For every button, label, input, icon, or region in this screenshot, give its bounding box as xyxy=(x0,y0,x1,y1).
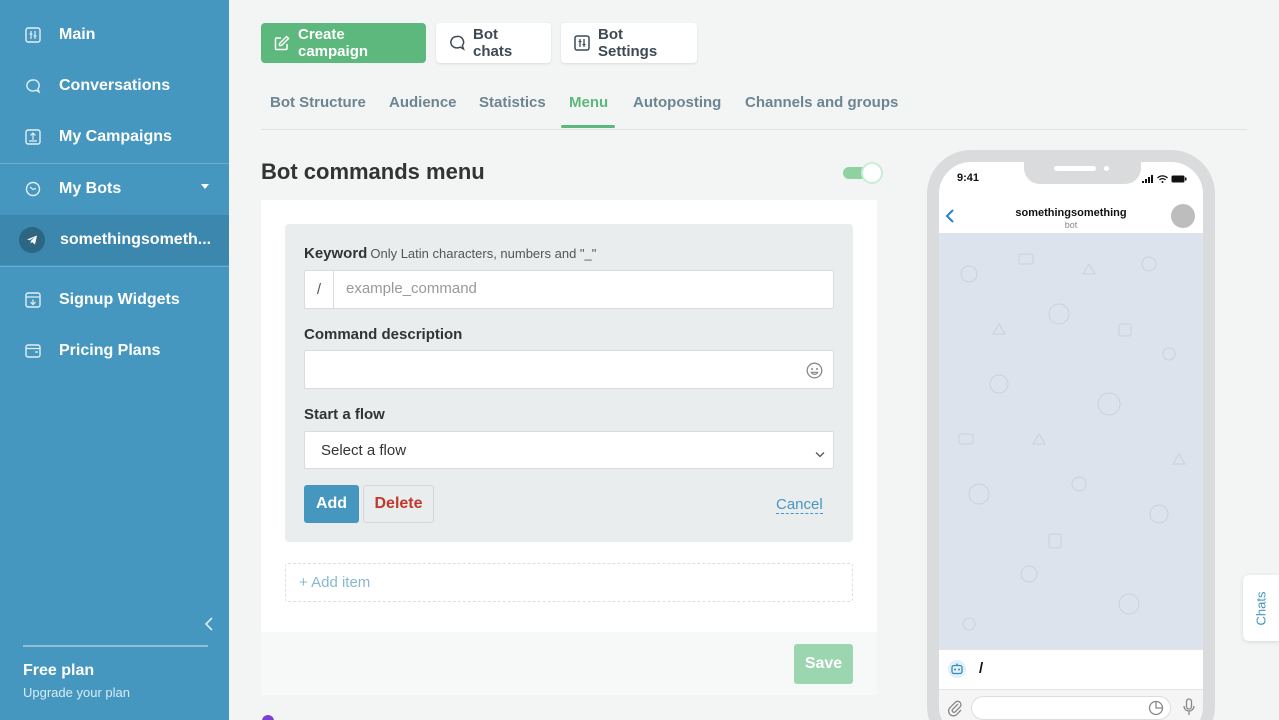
command-preview: / xyxy=(979,660,984,677)
collapse-sidebar-icon[interactable] xyxy=(204,616,214,637)
nav-divider xyxy=(0,266,229,267)
add-item-button[interactable]: + Add item xyxy=(285,563,853,602)
tab-menu[interactable]: Menu xyxy=(569,94,608,111)
emoji-icon[interactable] xyxy=(806,362,823,384)
sidebar-item-label: My Campaigns xyxy=(59,128,172,145)
command-description-label: Command description xyxy=(304,326,463,343)
tab-statistics[interactable]: Statistics xyxy=(479,94,546,111)
sidebar-item-current-bot[interactable]: somethingsometh... xyxy=(0,215,229,265)
sidebar-item-my-campaigns[interactable]: My Campaigns xyxy=(0,112,229,162)
tab-bot-structure[interactable]: Bot Structure xyxy=(270,94,366,111)
upgrade-plan-link[interactable]: Upgrade your plan xyxy=(23,685,130,700)
start-flow-label: Start a flow xyxy=(304,406,385,423)
widget-icon xyxy=(24,291,42,309)
bot-menu-icon[interactable] xyxy=(947,659,967,684)
add-button[interactable]: Add xyxy=(304,485,359,523)
flow-select[interactable]: Select a flow xyxy=(304,431,834,469)
bot-icon xyxy=(24,180,42,198)
bot-chats-button[interactable]: Bot chats xyxy=(436,23,551,63)
chat-bubble-icon xyxy=(24,77,42,95)
tab-autoposting[interactable]: Autoposting xyxy=(633,94,721,111)
sidebar-item-label: Main xyxy=(59,26,96,43)
command-description-field xyxy=(304,350,834,389)
telegram-icon xyxy=(19,227,45,253)
phone-notch xyxy=(1024,162,1141,184)
bot-command-bar: / xyxy=(939,649,1203,689)
menu-enabled-toggle[interactable] xyxy=(843,164,881,182)
message-input-bar xyxy=(939,689,1203,720)
keyword-hint: Only Latin characters, numbers and "_" xyxy=(370,246,597,261)
bot-settings-label: Bot Settings xyxy=(598,26,658,60)
sidebar-item-pricing-plans[interactable]: Pricing Plans xyxy=(0,326,229,376)
help-widget-dot[interactable] xyxy=(262,715,274,720)
card-footer xyxy=(261,632,877,695)
chat-bubble-icon xyxy=(449,35,465,51)
sidebar-item-label: Conversations xyxy=(59,77,171,94)
phone-preview: 9:41 somethingsomething bot / xyxy=(927,150,1215,720)
phone-time: 9:41 xyxy=(957,172,980,184)
keyword-label-text: Keyword xyxy=(304,245,368,262)
dashboard-icon xyxy=(24,26,42,44)
chats-side-tab[interactable]: Chats xyxy=(1243,575,1279,641)
tab-audience[interactable]: Audience xyxy=(389,94,457,111)
plan-divider xyxy=(23,645,208,647)
sidebar-item-conversations[interactable]: Conversations xyxy=(0,61,229,111)
sidebar: Main Conversations My Campaigns My Bots … xyxy=(0,0,229,720)
bot-settings-button[interactable]: Bot Settings xyxy=(561,23,697,63)
active-tab-indicator xyxy=(561,125,615,128)
message-input[interactable] xyxy=(971,696,1171,720)
keyword-input[interactable] xyxy=(346,280,816,297)
sidebar-item-my-bots[interactable]: My Bots xyxy=(0,164,229,214)
chevron-down-icon xyxy=(815,445,825,462)
keyword-field: / xyxy=(304,270,834,309)
chat-background xyxy=(939,234,1203,649)
flow-select-value: Select a flow xyxy=(321,441,407,459)
sidebar-item-label: Pricing Plans xyxy=(59,342,161,359)
sidebar-item-label: somethingsometh... xyxy=(60,231,212,248)
avatar xyxy=(1171,204,1195,228)
chats-side-tab-label: Chats xyxy=(1253,591,1269,625)
create-campaign-button[interactable]: Create campaign xyxy=(261,23,426,63)
command-description-input[interactable] xyxy=(319,360,789,377)
keyword-label: Keyword Only Latin characters, numbers an… xyxy=(304,245,596,262)
keyword-prefix: / xyxy=(305,271,334,308)
edit-icon xyxy=(274,35,290,51)
wallet-icon xyxy=(24,342,42,360)
cancel-link[interactable]: Cancel xyxy=(776,496,823,514)
microphone-icon[interactable] xyxy=(1183,698,1195,720)
chat-subtitle: bot xyxy=(1064,220,1078,230)
paperclip-icon[interactable] xyxy=(947,699,963,720)
plan-name: Free plan xyxy=(23,662,95,679)
tab-channels-and-groups[interactable]: Channels and groups xyxy=(745,94,898,111)
battery-icon xyxy=(1171,175,1187,183)
chat-title: somethingsomething xyxy=(1015,207,1127,219)
chat-header: somethingsomething bot xyxy=(939,198,1203,234)
create-campaign-label: Create campaign xyxy=(298,26,369,60)
chat-pattern xyxy=(958,253,1186,631)
save-button[interactable]: Save xyxy=(794,644,853,684)
phone-status-icons xyxy=(1142,175,1187,183)
toggle-knob xyxy=(863,164,881,182)
sticker-icon[interactable] xyxy=(1148,700,1164,720)
sidebar-item-signup-widgets[interactable]: Signup Widgets xyxy=(0,275,229,325)
bot-chats-label: Bot chats xyxy=(473,26,513,60)
sidebar-item-label: My Bots xyxy=(59,180,122,197)
delete-button[interactable]: Delete xyxy=(363,485,434,523)
phone-speaker xyxy=(1054,166,1096,171)
page-title: Bot commands menu xyxy=(261,159,485,184)
phone-camera xyxy=(1104,166,1109,171)
signal-icon xyxy=(1142,175,1153,183)
settings-sliders-icon xyxy=(574,35,590,51)
chevron-down-icon xyxy=(201,184,209,189)
sidebar-item-label: Signup Widgets xyxy=(59,291,180,308)
wifi-icon xyxy=(1157,175,1168,183)
tab-bar: Bot Structure Audience Statistics Menu A… xyxy=(261,88,1247,130)
campaign-icon xyxy=(24,128,42,146)
sidebar-item-main[interactable]: Main xyxy=(0,10,229,60)
